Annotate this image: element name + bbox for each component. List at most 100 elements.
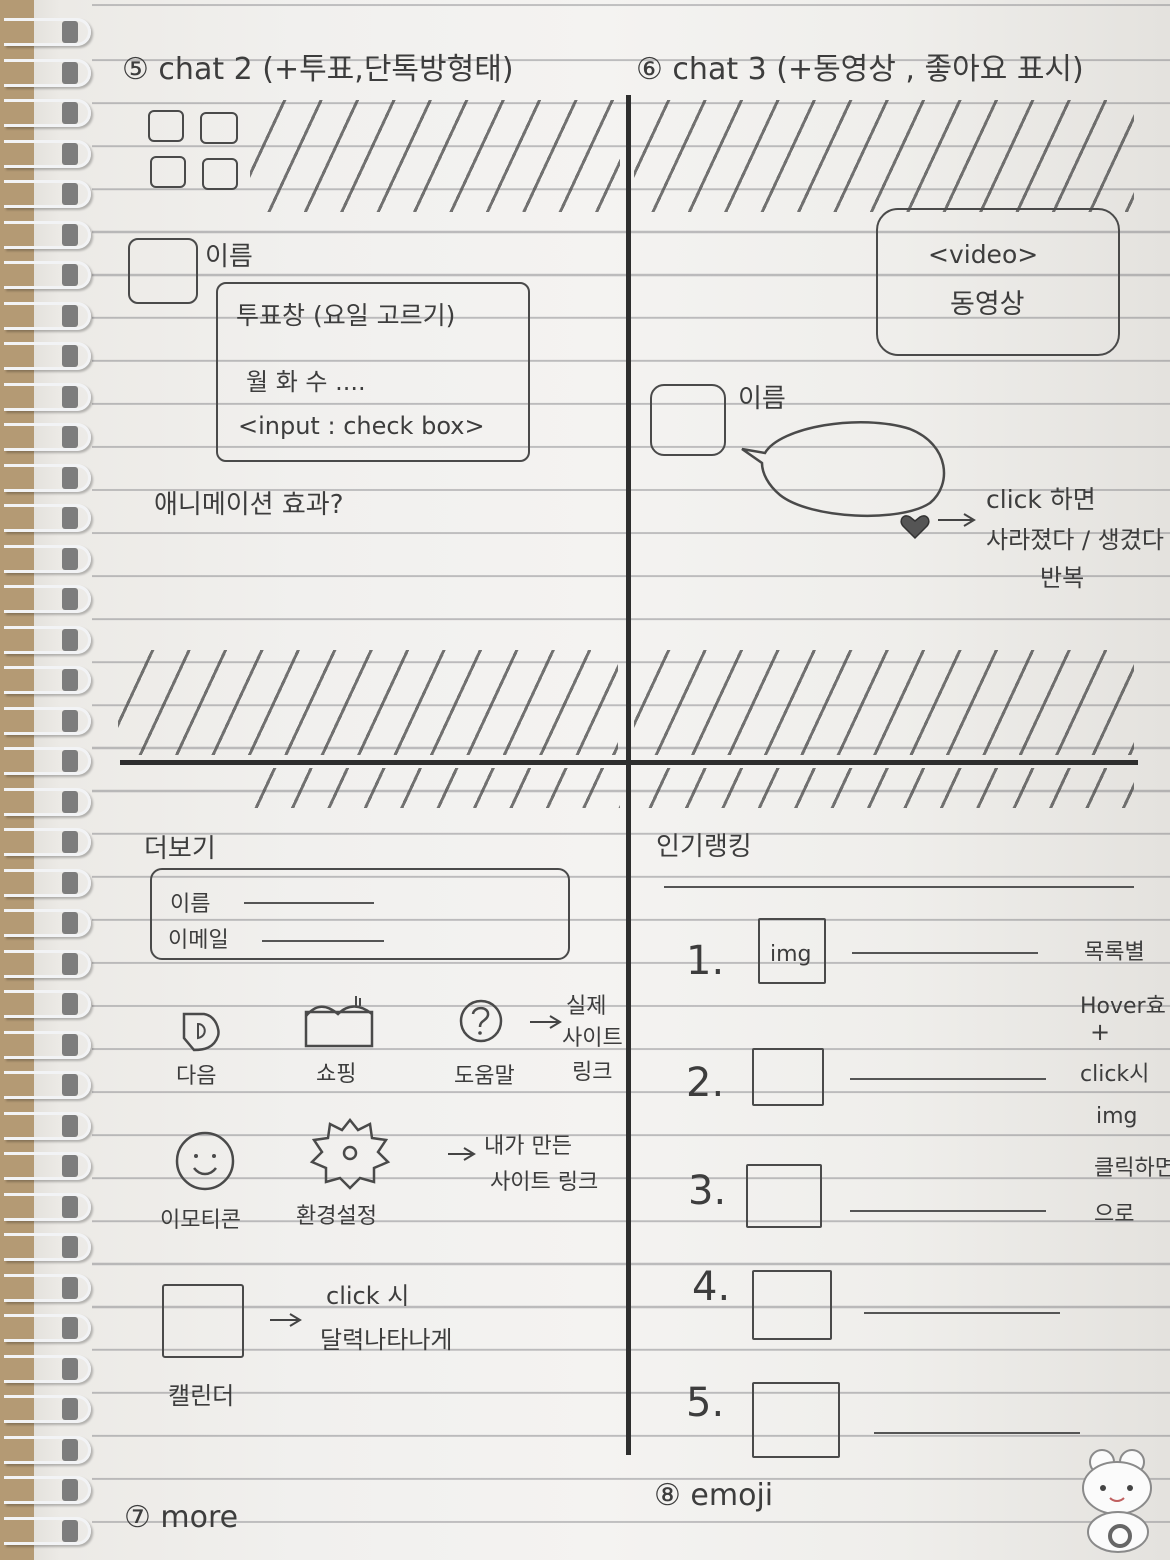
side-note-2: Hover효 <box>1080 994 1166 1019</box>
punch-hole <box>62 1317 78 1339</box>
avatar-placeholder <box>128 238 198 304</box>
punch-hole <box>62 709 78 732</box>
rank-number: 1. <box>686 938 725 984</box>
settings-note-2: 사이트 링크 <box>490 1170 599 1195</box>
punch-hole <box>62 1033 78 1056</box>
sender-name-2: 이름 <box>738 384 786 414</box>
punch-hole <box>62 993 78 1015</box>
rank-title-line <box>864 1312 1060 1314</box>
grid-square-3 <box>150 156 186 188</box>
smiley-icon[interactable] <box>174 1130 236 1192</box>
video-tag: <video> <box>928 240 1039 269</box>
punch-hole <box>62 790 78 813</box>
arrow-right-icon <box>938 513 976 527</box>
punch-hole <box>62 1236 78 1258</box>
rank-thumbnail[interactable] <box>746 1164 822 1228</box>
email-input-line[interactable] <box>262 940 384 942</box>
punch-hole <box>62 871 78 894</box>
avatar-placeholder-2 <box>650 384 726 456</box>
poll-box: 투표창 (요일 고르기) 월 화 수 .... <input : check b… <box>216 282 530 462</box>
side-note-6: 클릭하면 <box>1094 1156 1170 1181</box>
rank-title-line <box>852 952 1038 954</box>
icon-label-shopping: 쇼핑 <box>316 1062 357 1087</box>
more-footer: ⑦ more <box>124 1500 239 1535</box>
side-note-4: click시 <box>1080 1062 1150 1087</box>
rank-number: 2. <box>686 1060 725 1106</box>
punch-hole <box>62 304 78 327</box>
poll-title: 투표창 (요일 고르기) <box>236 301 456 330</box>
footer-hatch-right <box>634 650 1134 755</box>
punch-hole <box>62 628 78 651</box>
mid-hatch-right <box>634 768 1134 808</box>
punch-hole <box>62 1114 78 1137</box>
rank-thumbnail[interactable] <box>752 1270 832 1340</box>
shopping-icon[interactable] <box>304 994 376 1050</box>
punch-hole <box>62 61 78 84</box>
calendar-icon[interactable] <box>162 1284 244 1358</box>
animation-note: 애니메이션 효과? <box>154 490 344 520</box>
rank-thumbnail[interactable]: img <box>758 918 826 984</box>
ranking-rule <box>664 886 1134 888</box>
punch-hole <box>62 1438 78 1461</box>
name-input-line[interactable] <box>244 902 374 904</box>
punch-hole <box>62 831 78 853</box>
side-note-7: 으로 <box>1094 1202 1135 1227</box>
chat3-title: ⑥ chat 3 (+동영상 , 좋아요 표시) <box>636 52 1084 87</box>
grid-square-4 <box>202 158 238 190</box>
punch-hole <box>62 1479 78 1501</box>
grid-square-1 <box>148 110 184 142</box>
help-icon[interactable] <box>458 998 504 1044</box>
heart-icon[interactable] <box>900 514 930 540</box>
punch-hole <box>62 223 78 246</box>
more-heading: 더보기 <box>144 834 216 864</box>
punch-hole <box>62 952 78 975</box>
icon-label-next: 다음 <box>176 1064 217 1089</box>
ranking-heading: 인기랭킹 <box>656 832 752 862</box>
click-note-1: click 하면 <box>986 485 1096 514</box>
frog-sticker-icon <box>1082 1449 1152 1553</box>
sender-name: 이름 <box>205 242 253 272</box>
form-email-label: 이메일 <box>168 928 229 953</box>
side-note-3: + <box>1090 1018 1111 1046</box>
rank-number: 4. <box>692 1264 731 1310</box>
rank-number: 5. <box>686 1380 725 1426</box>
calendar-note-2: 달력나타나게 <box>320 1326 453 1354</box>
punch-hole <box>62 1074 78 1096</box>
punch-hole <box>62 1519 78 1542</box>
click-note-2: 사라졌다 / 생겼다 <box>986 526 1164 554</box>
tag-icon[interactable] <box>180 1010 224 1054</box>
punch-hole <box>62 466 78 489</box>
footer-hatch-left <box>118 650 618 755</box>
video-box[interactable]: <video> 동영상 <box>876 208 1120 356</box>
punch-hole <box>62 750 78 772</box>
punch-hole <box>62 1398 78 1420</box>
icon-label-emoticon: 이모티콘 <box>160 1208 241 1233</box>
profile-form-box: 이름 이메일 <box>150 868 570 960</box>
punch-hole <box>62 142 78 165</box>
icon-label-settings: 환경설정 <box>296 1204 377 1229</box>
side-note-5: img <box>1096 1104 1138 1129</box>
help-note-2: 사이트 <box>562 1026 623 1051</box>
icon-label-help: 도움말 <box>454 1064 515 1089</box>
punch-hole <box>62 102 78 124</box>
thumbnail-img-label: img <box>770 942 812 967</box>
arrow-right-icon <box>270 1313 302 1327</box>
form-name-label: 이름 <box>170 892 211 917</box>
punch-hole <box>62 426 78 448</box>
rank-thumbnail[interactable] <box>752 1382 840 1458</box>
spiral-binding <box>0 0 92 1560</box>
rank-thumbnail[interactable] <box>752 1048 824 1106</box>
punch-hole <box>62 669 78 691</box>
punch-hole <box>62 1155 78 1177</box>
rank-title-line <box>850 1210 1046 1212</box>
rank-title-line <box>850 1078 1046 1080</box>
gear-icon[interactable] <box>308 1116 392 1192</box>
calendar-note-1: click 시 <box>326 1282 410 1310</box>
speech-bubble-icon <box>741 420 946 517</box>
mid-hatch-left <box>240 768 620 808</box>
poll-input-checkbox[interactable]: <input : check box> <box>238 412 485 440</box>
emoji-footer: ⑧ emoji <box>654 1478 774 1513</box>
punch-hole <box>62 1276 78 1299</box>
punch-hole <box>62 385 78 408</box>
settings-note-1: 내가 만든 <box>484 1134 572 1159</box>
